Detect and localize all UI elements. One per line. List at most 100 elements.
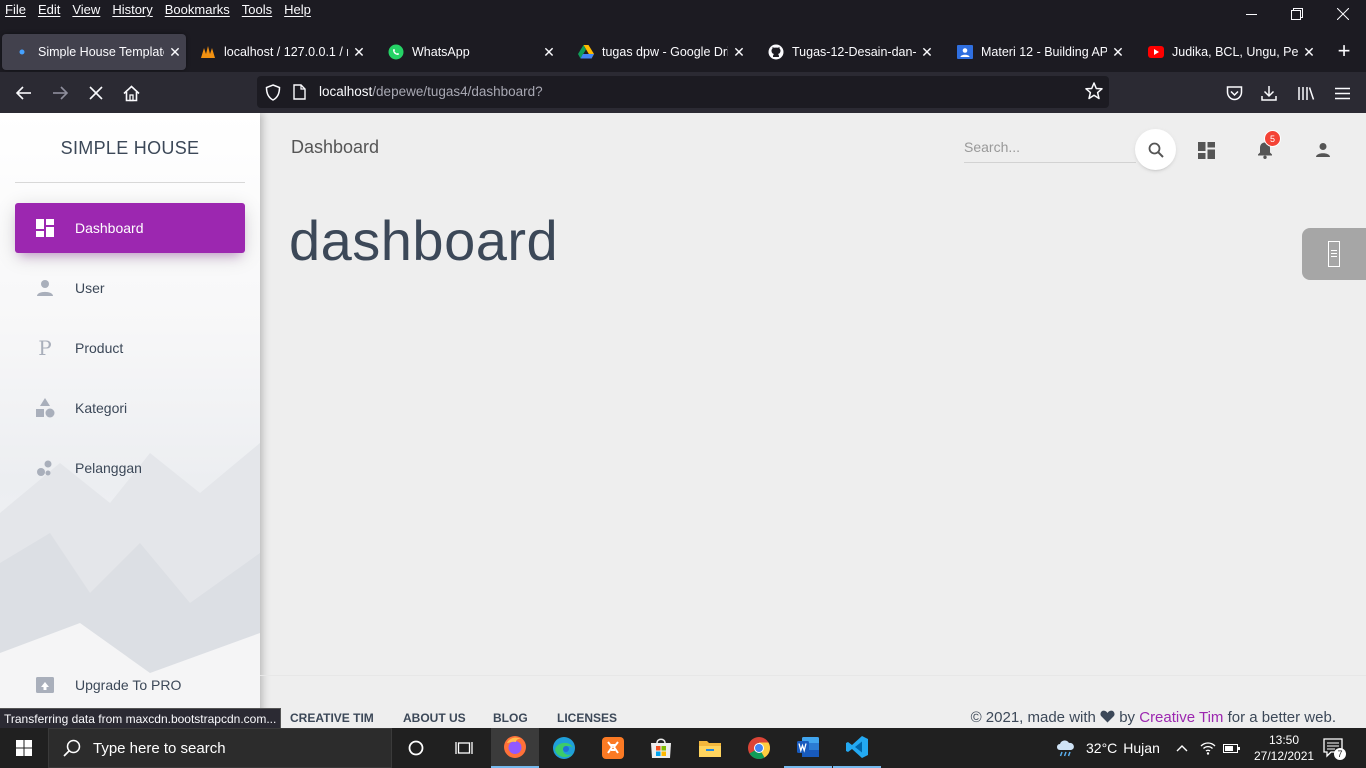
- page-info-icon[interactable]: [293, 84, 306, 105]
- stop-loading-button[interactable]: [81, 78, 111, 108]
- tab-youtube[interactable]: Judika, BCL, Ungu, Peterp ✕: [1136, 34, 1320, 70]
- new-tab-button[interactable]: +: [1330, 38, 1358, 66]
- start-button[interactable]: [0, 728, 48, 768]
- tab-whatsapp[interactable]: WhatsApp ✕: [376, 34, 560, 70]
- home-button[interactable]: [116, 78, 146, 108]
- weather-widget[interactable]: 32°C Hujan: [1054, 728, 1160, 768]
- shield-icon[interactable]: [265, 84, 281, 106]
- sidebar-logo[interactable]: SIMPLE HOUSE: [15, 113, 245, 183]
- footer-link-about-us[interactable]: About Us: [403, 711, 466, 725]
- sidebar-item-kategori[interactable]: Kategori: [15, 383, 245, 433]
- tab-title: Tugas-12-Desain-dan-Pe: [792, 45, 916, 59]
- tab-simple-house[interactable]: Simple House Template ✕: [2, 34, 186, 70]
- action-center-button[interactable]: 7: [1323, 728, 1346, 768]
- menu-view[interactable]: View: [66, 0, 106, 22]
- tab-classroom[interactable]: Materi 12 - Building API v ✕: [945, 34, 1129, 70]
- tab-title: tugas dpw - Google Drive: [602, 45, 728, 59]
- back-button[interactable]: [9, 78, 39, 108]
- taskbar-edge[interactable]: [540, 728, 588, 768]
- task-view-icon: [455, 742, 473, 754]
- sidebar-item-label: Upgrade To PRO: [75, 677, 182, 693]
- dashboard-icon: [1197, 141, 1215, 159]
- downloads-button[interactable]: [1254, 78, 1284, 108]
- window-controls: [1228, 0, 1366, 28]
- dashboard-icon: [30, 213, 60, 243]
- tab-github[interactable]: Tugas-12-Desain-dan-Pe ✕: [756, 34, 938, 70]
- unarchive-icon: [30, 670, 60, 700]
- github-icon: [768, 44, 784, 60]
- forward-button[interactable]: [45, 78, 75, 108]
- wifi-icon: [1200, 742, 1216, 755]
- sidebar-item-label: User: [75, 280, 105, 296]
- library-button[interactable]: [1291, 78, 1321, 108]
- footer-link-creative-tim[interactable]: Creative Tim: [290, 711, 374, 725]
- pocket-button[interactable]: [1219, 78, 1249, 108]
- cortana-button[interactable]: [392, 728, 440, 768]
- task-view-button[interactable]: [440, 728, 488, 768]
- store-icon: [651, 738, 671, 758]
- menu-bookmarks[interactable]: Bookmarks: [159, 0, 236, 22]
- tab-close-button[interactable]: ✕: [1107, 44, 1129, 61]
- tab-title: localhost / 127.0.0.1 / ma: [224, 45, 348, 59]
- taskbar-clock[interactable]: 13:50 27/12/2021: [1254, 732, 1314, 764]
- menu-tools[interactable]: Tools: [236, 0, 278, 22]
- menu-file[interactable]: File: [0, 0, 32, 22]
- taskbar-store[interactable]: [637, 728, 685, 768]
- footer-author-link[interactable]: Creative Tim: [1139, 709, 1223, 726]
- tab-close-button[interactable]: ✕: [348, 44, 370, 61]
- url-bar[interactable]: localhost/depewe/tugas4/dashboard?: [257, 76, 1109, 108]
- taskbar-file-explorer[interactable]: [686, 728, 734, 768]
- tab-close-button[interactable]: ✕: [728, 44, 750, 61]
- copyright-prefix: © 2021, made with: [970, 709, 1096, 726]
- clock-date: 27/12/2021: [1254, 749, 1315, 763]
- show-hidden-icons-button[interactable]: [1176, 728, 1188, 768]
- taskbar-search-box[interactable]: Type here to search: [48, 728, 392, 768]
- bookmark-star-icon[interactable]: [1085, 82, 1103, 105]
- navigation-toolbar: localhost/depewe/tugas4/dashboard?: [0, 72, 1366, 113]
- tab-phpmyadmin[interactable]: localhost / 127.0.0.1 / ma ✕: [188, 34, 370, 70]
- bubble-chart-icon: [30, 453, 60, 483]
- dashboard-toggle-button[interactable]: [1189, 133, 1223, 167]
- url-host: localhost: [319, 84, 373, 99]
- tab-title: Judika, BCL, Ungu, Peterp: [1172, 45, 1298, 59]
- search-icon: [63, 739, 81, 757]
- tab-title: Simple House Template: [38, 45, 164, 59]
- tab-close-button[interactable]: ✕: [164, 44, 186, 61]
- battery-button[interactable]: [1223, 728, 1241, 768]
- minimize-button[interactable]: [1228, 0, 1274, 28]
- tab-close-button[interactable]: ✕: [1298, 44, 1320, 61]
- menu-edit[interactable]: Edit: [32, 0, 66, 22]
- tab-close-button[interactable]: ✕: [538, 44, 560, 61]
- footer-link-blog[interactable]: Blog: [493, 711, 528, 725]
- sidebar-item-dashboard[interactable]: Dashboard: [15, 203, 245, 253]
- app-menu-button[interactable]: [1327, 78, 1357, 108]
- fixed-plugin-button[interactable]: [1302, 228, 1366, 280]
- taskbar-vscode[interactable]: [833, 728, 881, 768]
- sidebar-item-upgrade[interactable]: Upgrade To PRO: [15, 660, 245, 710]
- taskbar-chrome[interactable]: [735, 728, 783, 768]
- search-input[interactable]: [964, 133, 1134, 161]
- word-icon: [797, 737, 819, 757]
- taskbar-firefox[interactable]: [491, 728, 539, 768]
- taskbar-xampp[interactable]: [589, 728, 637, 768]
- menu-history[interactable]: History: [106, 0, 158, 22]
- menu-help[interactable]: Help: [278, 0, 317, 22]
- sidebar-item-pelanggan[interactable]: Pelanggan: [15, 443, 245, 493]
- tab-google-drive[interactable]: tugas dpw - Google Drive ✕: [566, 34, 750, 70]
- tab-close-button[interactable]: ✕: [916, 44, 938, 61]
- taskbar-word[interactable]: [784, 728, 832, 768]
- sidebar-item-user[interactable]: User: [15, 263, 245, 313]
- search-button[interactable]: [1135, 129, 1176, 170]
- navbar-brand[interactable]: Dashboard: [291, 137, 379, 158]
- sidebar-item-product[interactable]: P Product: [15, 323, 245, 373]
- restore-icon: [1291, 8, 1303, 20]
- close-window-button[interactable]: [1320, 0, 1366, 28]
- profile-button[interactable]: [1306, 133, 1340, 167]
- category-icon: [30, 393, 60, 423]
- network-button[interactable]: [1200, 728, 1216, 768]
- footer-link-licenses[interactable]: Licenses: [557, 711, 617, 725]
- page-viewport: SIMPLE HOUSE Dashboard User P Product Ka…: [0, 113, 1366, 728]
- letter-p-icon: P: [38, 336, 52, 360]
- windows-logo-icon: [16, 740, 32, 756]
- restore-button[interactable]: [1274, 0, 1320, 28]
